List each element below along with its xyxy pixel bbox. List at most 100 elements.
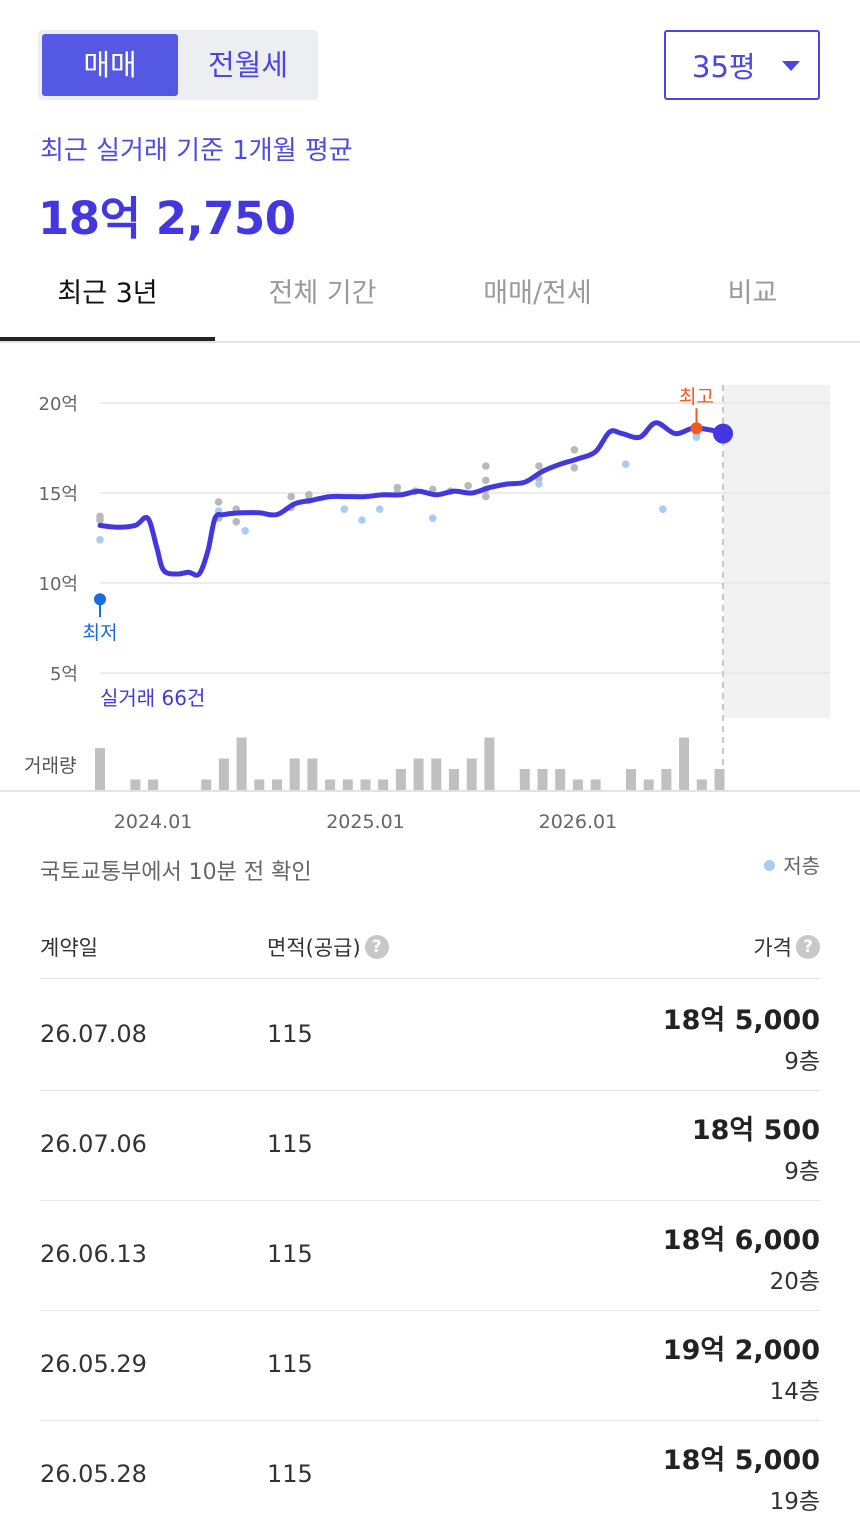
low-floor-dot-icon [764, 860, 776, 871]
chart-divider [0, 790, 860, 792]
low-floor-point [621, 460, 630, 468]
deal-type-toggle: 매매 전월세 [38, 30, 318, 100]
volume-bar [325, 779, 336, 790]
volume-bar [289, 758, 300, 790]
legend-low-floor-label: 저층 [783, 854, 820, 878]
volume-bar [413, 758, 424, 790]
transaction-point [482, 476, 490, 485]
help-icon[interactable]: ? [796, 935, 820, 959]
transactions-table-header: 계약일 면적(공급)? 가격? [40, 912, 820, 979]
row-price: 19억 2,000 [662, 1335, 820, 1366]
low-floor-point [96, 536, 104, 544]
low-floor-point [241, 527, 249, 535]
row-area: 115 [267, 1460, 313, 1488]
row-date: 26.07.06 [40, 1130, 147, 1158]
volume-bar [218, 758, 229, 790]
volume-bar [590, 779, 601, 790]
transaction-point [96, 516, 104, 524]
row-area: 115 [267, 1350, 313, 1378]
volume-bar [449, 769, 459, 790]
x-tick-label: 2024.01 [114, 811, 193, 833]
volume-bar [395, 769, 406, 790]
col-header-price-label: 가격 [753, 936, 792, 960]
help-icon[interactable]: ? [364, 935, 389, 959]
volume-bar [378, 779, 389, 790]
row-area: 115 [267, 1130, 313, 1158]
volume-bar [254, 779, 265, 790]
x-tick-label: 2026.01 [539, 811, 618, 833]
volume-label: 거래량 [24, 755, 76, 777]
row-floor: 9층 [784, 1159, 820, 1185]
col-header-date: 계약일 [40, 936, 98, 960]
volume-bar [643, 779, 654, 790]
current-value-marker [713, 423, 734, 444]
volume-bar [201, 779, 212, 790]
x-tick-label: 2025.01 [326, 811, 405, 833]
tab-recent-3-years[interactable]: 최근 3년 [0, 250, 215, 341]
table-row[interactable]: 26.06.13 115 18억 6,000 20층 [40, 1200, 820, 1311]
tab-all-period[interactable]: 전체 기간 [215, 250, 430, 339]
volume-bar [307, 758, 318, 790]
row-floor: 20층 [769, 1269, 820, 1295]
y-tick-label: 5억 [50, 664, 78, 685]
row-date: 26.05.28 [40, 1460, 147, 1488]
row-date: 26.07.08 [40, 1020, 147, 1048]
transaction-point [570, 464, 579, 472]
forecast-shade [723, 385, 830, 718]
col-header-area-label: 면적(공급) [267, 936, 361, 960]
table-row[interactable]: 26.07.06 115 18억 500 9층 [40, 1090, 820, 1201]
row-area: 115 [267, 1020, 313, 1048]
volume-bar [626, 769, 636, 790]
transaction-point [535, 462, 543, 470]
y-tick-label: 10억 [39, 574, 78, 595]
volume-bar [572, 779, 583, 790]
transaction-point [305, 491, 313, 499]
volume-bar [696, 779, 707, 790]
volume-bar [537, 769, 548, 790]
row-date: 26.05.29 [40, 1350, 147, 1378]
size-dropdown[interactable]: 35평 [664, 30, 820, 100]
row-date: 26.06.13 [40, 1240, 147, 1268]
volume-bar [236, 737, 247, 790]
transaction-point [214, 498, 223, 506]
rent-tab-button[interactable]: 전월세 [182, 34, 314, 96]
volume-bar [679, 737, 690, 790]
volume-bar [272, 779, 282, 790]
volume-bar [148, 779, 159, 790]
row-floor: 19층 [769, 1489, 820, 1515]
volume-bar [484, 737, 495, 790]
volume-bar [342, 779, 353, 790]
transaction-point [570, 446, 579, 454]
caret-down-icon [782, 61, 800, 71]
transaction-point [232, 518, 241, 526]
price-chart[interactable]: 5억 10억 15억 20억 2024.01 2025.01 2026.01 최고최저실거래 … [0, 345, 860, 845]
low-floor-point [692, 433, 701, 441]
volume-bar [661, 769, 672, 790]
table-row[interactable]: 26.07.08 115 18억 5,000 9층 [40, 980, 820, 1091]
low-floor-point [535, 480, 543, 488]
price-trend-line [97, 420, 726, 578]
table-row[interactable]: 26.05.28 115 18억 5,000 19층 [40, 1420, 820, 1530]
average-price-label: 최근 실거래 기준 1개월 평균 [40, 136, 353, 166]
sale-tab-button[interactable]: 매매 [42, 34, 178, 96]
col-header-area: 면적(공급)? [267, 932, 389, 962]
low-label: 최저 [83, 622, 118, 644]
row-price: 18억 6,000 [662, 1225, 820, 1256]
transaction-point [464, 482, 472, 490]
y-tick-label: 15억 [39, 484, 78, 505]
volume-bar [130, 779, 141, 790]
table-row[interactable]: 26.05.29 115 19억 2,000 14층 [40, 1310, 820, 1421]
row-floor: 14층 [769, 1379, 820, 1405]
high-marker [690, 422, 703, 435]
low-floor-point [375, 505, 384, 513]
data-updated-text: 국토교통부에서 10분 전 확인 [40, 860, 312, 885]
transaction-point [482, 462, 490, 470]
tab-sale-vs-jeonse[interactable]: 매매/전세 [430, 250, 645, 339]
volume-bar [360, 779, 371, 790]
tab-compare[interactable]: 비교 [645, 250, 860, 339]
low-floor-point [358, 516, 366, 524]
volume-bar [555, 769, 566, 790]
average-price-value: 18억 2,750 [38, 192, 296, 245]
transaction-point [287, 492, 295, 501]
volume-bar [431, 758, 442, 790]
